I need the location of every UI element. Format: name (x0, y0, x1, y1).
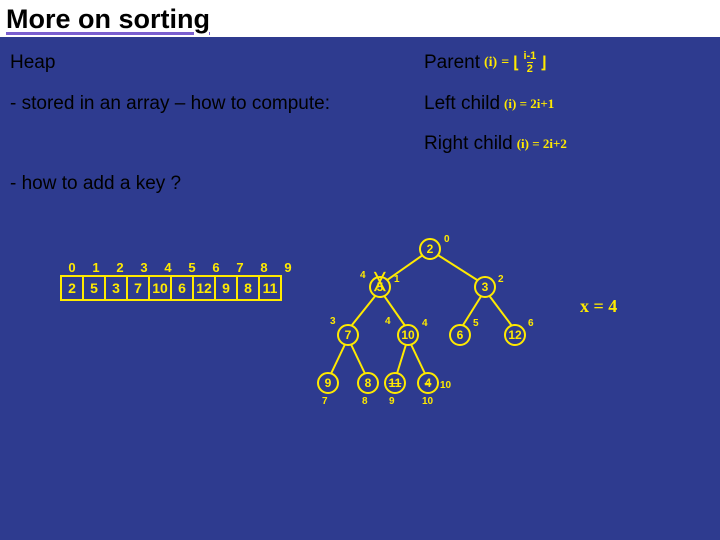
slide-content: Heap Parent (i) = ⌊ i-1 2 ⌋ - stored in … (0, 37, 720, 195)
tree-node-id: 7 (322, 396, 328, 407)
parent-label: Parent (424, 52, 480, 74)
parent-frac: i-1 2 (523, 51, 536, 75)
floor-r: ⌋ (540, 53, 546, 73)
arr-idx: 6 (204, 260, 228, 275)
x-annotation: x = 4 (580, 296, 617, 317)
arr-val: 2 (60, 275, 84, 301)
arr-idx: 0 (60, 260, 84, 275)
tree-insert: 4 (360, 270, 366, 281)
parent-den: 2 (527, 62, 533, 75)
leftchild-label: Left child (424, 93, 500, 115)
arr-idx: 5 (180, 260, 204, 275)
tree-node-id: 10 (422, 396, 433, 407)
arr-val: 8 (236, 275, 260, 301)
arr-idx: 3 (132, 260, 156, 275)
tree-node: 8 (357, 372, 379, 394)
tree-node-new: 4 (417, 372, 439, 394)
arr-val: 3 (104, 275, 128, 301)
arr-idx: 7 (228, 260, 252, 275)
arr-idx: 9 (276, 260, 300, 275)
arr-val: 7 (126, 275, 150, 301)
tree-node: 7 (337, 324, 359, 346)
parent-i: (i) (484, 55, 497, 71)
tree-node-id: 2 (498, 274, 504, 285)
arr-val: 10 (148, 275, 172, 301)
tree-node: 2 (419, 238, 441, 260)
tree-node: 12 (504, 324, 526, 346)
tree-node: 3 (474, 276, 496, 298)
tree-node-id: 1 (394, 274, 400, 285)
tree-node-id: 0 (444, 234, 450, 245)
arr-val: 9 (214, 275, 238, 301)
tree-node-id: 3 (330, 316, 336, 327)
parent-eq: = (501, 55, 509, 71)
page-title: More on sorting (6, 4, 720, 35)
arr-val: 12 (192, 275, 216, 301)
stored-label: - stored in an array – how to compute: (10, 93, 424, 115)
heap-tree: 2 0 5 ╳ 4 1 3 2 7 3 10 4 4 6 5 12 6 9 7 … (300, 230, 560, 420)
arr-val: 11 (258, 275, 282, 301)
arr-idx: 8 (252, 260, 276, 275)
arr-idx: 1 (84, 260, 108, 275)
tree-node-id: 6 (528, 318, 534, 329)
addkey-label: - how to add a key ? (10, 173, 424, 195)
title-bar: More on sorting (0, 0, 720, 37)
tree-node-id: 8 (362, 396, 368, 407)
tree-node: 11 (384, 372, 406, 394)
slash-icon: ╳ (375, 272, 385, 292)
heap-label: Heap (10, 52, 424, 74)
tree-replace: 10 (440, 380, 451, 391)
heap-array: 0 1 2 3 4 5 6 7 8 9 2 5 3 7 10 6 12 9 8 … (60, 260, 300, 301)
rightchild-label: Right child (424, 133, 513, 155)
floor-l: ⌊ (513, 53, 519, 73)
tree-node: 9 (317, 372, 339, 394)
tree-node: 10 (397, 324, 419, 346)
arr-idx: 4 (156, 260, 180, 275)
arr-val: 5 (82, 275, 106, 301)
tree-node-id: 5 (473, 318, 479, 329)
leftchild-formula: (i) = 2i+1 (504, 96, 554, 112)
tree-node-id: 9 (389, 396, 395, 407)
tree-node: 6 (449, 324, 471, 346)
tree-node-id: 4 (422, 318, 428, 329)
arr-val: 6 (170, 275, 194, 301)
rightchild-formula: (i) = 2i+2 (517, 136, 567, 152)
tree-insert: 4 (385, 316, 391, 327)
parent-num: i-1 (523, 51, 536, 62)
arr-idx: 2 (108, 260, 132, 275)
